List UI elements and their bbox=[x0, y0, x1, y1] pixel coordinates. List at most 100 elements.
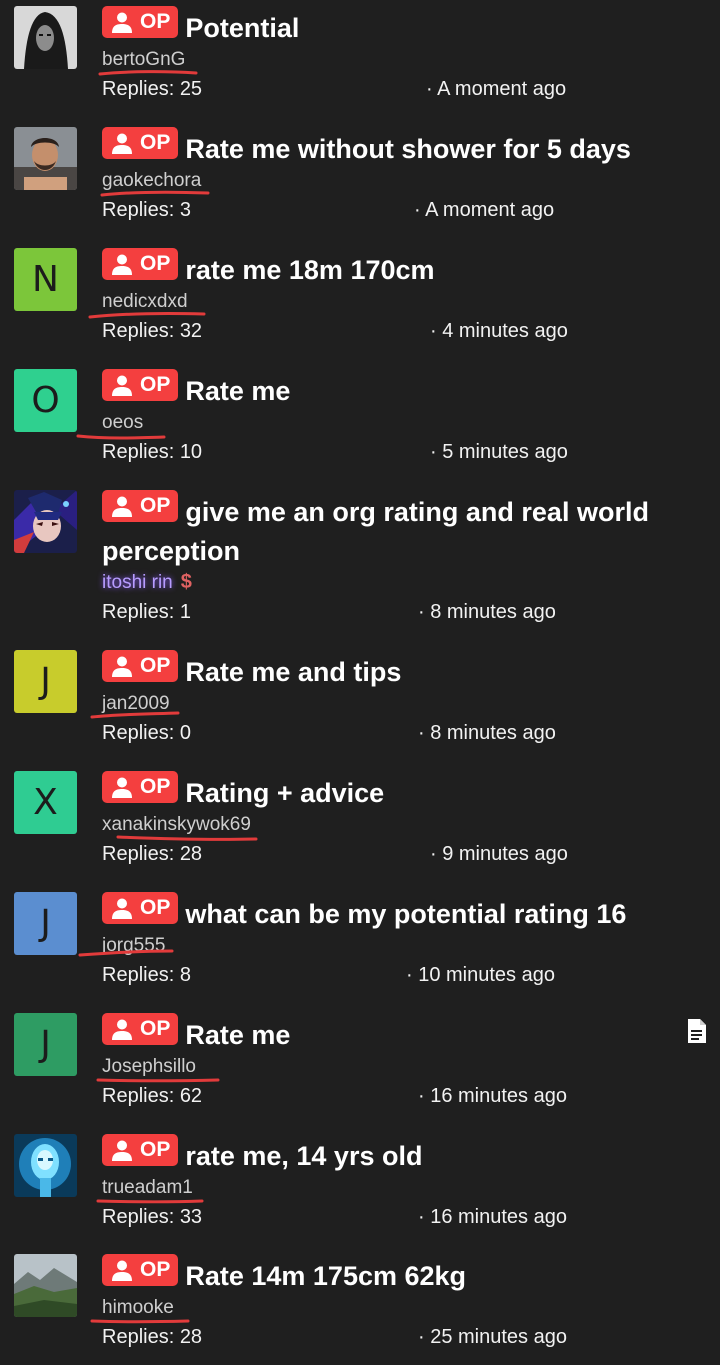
avatar-initial: X bbox=[33, 782, 58, 823]
avatar-initial: J bbox=[40, 661, 51, 702]
dollar-icon: $ bbox=[180, 571, 192, 593]
person-icon bbox=[112, 496, 132, 517]
op-badge: OP bbox=[102, 490, 179, 522]
op-label: OP bbox=[140, 1258, 171, 1281]
op-badge: OP bbox=[102, 1134, 179, 1166]
man-photo-avatar-icon bbox=[14, 127, 77, 190]
avatar-letter[interactable]: X bbox=[14, 771, 77, 834]
avatar-letter[interactable]: J bbox=[14, 1013, 77, 1076]
anime-character-avatar-icon bbox=[14, 490, 77, 553]
replies-count: Replies: 62 bbox=[102, 1085, 203, 1107]
replies-count: Replies: 3 bbox=[102, 199, 191, 221]
op-badge: OP bbox=[102, 6, 179, 38]
replies-count: Replies: 28 bbox=[102, 843, 203, 865]
author-name[interactable]: himooke bbox=[102, 1296, 174, 1320]
author-name[interactable]: bertoGnG bbox=[102, 48, 185, 72]
landscape-photo-avatar-icon bbox=[14, 1254, 77, 1317]
timestamp: · 16 minutes ago bbox=[418, 1206, 567, 1228]
thread-title[interactable]: rate me, 14 yrs old bbox=[185, 1141, 422, 1171]
author-name[interactable]: oeos bbox=[102, 411, 143, 435]
thread-title[interactable]: Rate 14m 175cm 62kg bbox=[185, 1261, 466, 1291]
op-label: OP bbox=[140, 494, 171, 517]
timestamp: · 8 minutes ago bbox=[418, 722, 556, 744]
op-label: OP bbox=[140, 131, 171, 154]
op-badge: OP bbox=[102, 248, 179, 280]
op-badge: OP bbox=[102, 127, 179, 159]
op-badge: OP bbox=[102, 369, 179, 401]
op-label: OP bbox=[140, 654, 171, 677]
avatar[interactable] bbox=[14, 490, 77, 553]
person-icon bbox=[112, 254, 132, 275]
avatar-initial: J bbox=[40, 1024, 51, 1065]
replies-count: Replies: 1 bbox=[102, 601, 191, 623]
op-label: OP bbox=[140, 896, 171, 919]
author-name[interactable]: jorg555 bbox=[102, 934, 165, 958]
person-icon bbox=[112, 12, 132, 33]
person-icon bbox=[112, 133, 132, 154]
op-badge: OP bbox=[102, 650, 179, 682]
author-name[interactable]: gaokechora bbox=[102, 169, 201, 193]
avatar[interactable] bbox=[14, 127, 77, 190]
avatar[interactable] bbox=[14, 1254, 77, 1317]
thread-title[interactable]: Rate me without shower for 5 days bbox=[185, 134, 631, 164]
op-label: OP bbox=[140, 252, 171, 275]
thread-title[interactable]: Rate me bbox=[185, 376, 290, 406]
op-badge: OP bbox=[102, 771, 179, 803]
author-name[interactable]: Josephsillo bbox=[102, 1055, 196, 1079]
replies-count: Replies: 8 bbox=[102, 964, 191, 986]
avatar-letter[interactable]: J bbox=[14, 650, 77, 713]
person-icon bbox=[112, 656, 132, 677]
op-badge: OP bbox=[102, 1254, 179, 1286]
thread-title[interactable]: Rate me bbox=[185, 1020, 290, 1050]
timestamp: · 9 minutes ago bbox=[430, 843, 568, 865]
avatar-initial: O bbox=[31, 380, 60, 421]
timestamp: · 25 minutes ago bbox=[418, 1326, 567, 1348]
dark-portrait-avatar-icon bbox=[14, 6, 77, 69]
person-icon bbox=[112, 1019, 132, 1040]
person-icon bbox=[112, 898, 132, 919]
thread-title[interactable]: Rating + advice bbox=[185, 778, 384, 808]
timestamp: · 16 minutes ago bbox=[418, 1085, 567, 1107]
replies-count: Replies: 28 bbox=[102, 1326, 203, 1348]
op-label: OP bbox=[140, 1017, 171, 1040]
person-icon bbox=[112, 1140, 132, 1161]
timestamp: · 8 minutes ago bbox=[418, 601, 556, 623]
op-label: OP bbox=[140, 1138, 171, 1161]
author-name[interactable]: nedicxdxd bbox=[102, 290, 188, 314]
document-icon[interactable] bbox=[687, 1018, 707, 1044]
op-badge: OP bbox=[102, 892, 179, 924]
thread-title[interactable]: give me an org rating and real world per… bbox=[102, 497, 649, 566]
replies-count: Replies: 25 bbox=[102, 78, 203, 100]
author-name[interactable]: itoshi rin bbox=[102, 571, 173, 595]
person-icon bbox=[112, 1260, 132, 1281]
avatar[interactable] bbox=[14, 6, 77, 69]
thread-title[interactable]: Rate me and tips bbox=[185, 657, 401, 687]
avatar-letter[interactable]: O bbox=[14, 369, 77, 432]
op-badge: OP bbox=[102, 1013, 179, 1045]
op-label: OP bbox=[140, 775, 171, 798]
avatar-letter[interactable]: N bbox=[14, 248, 77, 311]
replies-count: Replies: 33 bbox=[102, 1206, 203, 1228]
timestamp: · 10 minutes ago bbox=[406, 964, 555, 986]
thread-list: OP Potential bertoGnG Replies: 25 · A mo… bbox=[0, 0, 720, 1365]
person-icon bbox=[112, 777, 132, 798]
avatar-initial: J bbox=[40, 903, 51, 944]
avatar[interactable] bbox=[14, 1134, 77, 1197]
author-name[interactable]: xanakinskywok69 bbox=[102, 813, 251, 837]
author-name[interactable]: trueadam1 bbox=[102, 1176, 193, 1200]
timestamp: · A moment ago bbox=[426, 78, 567, 100]
replies-count: Replies: 32 bbox=[102, 320, 203, 342]
thread-title[interactable]: what can be my potential rating 16 bbox=[185, 899, 626, 929]
avatar-initial: N bbox=[32, 259, 59, 300]
timestamp: · 4 minutes ago bbox=[430, 320, 568, 342]
person-icon bbox=[112, 375, 132, 396]
op-label: OP bbox=[140, 10, 171, 33]
op-label: OP bbox=[140, 373, 171, 396]
replies-count: Replies: 0 bbox=[102, 722, 191, 744]
author-name[interactable]: jan2009 bbox=[102, 692, 170, 716]
timestamp: · 5 minutes ago bbox=[430, 441, 568, 463]
avatar-letter[interactable]: J bbox=[14, 892, 77, 955]
replies-count: Replies: 10 bbox=[102, 441, 203, 463]
thread-title[interactable]: Potential bbox=[185, 13, 299, 43]
thread-title[interactable]: rate me 18m 170cm bbox=[185, 255, 434, 285]
